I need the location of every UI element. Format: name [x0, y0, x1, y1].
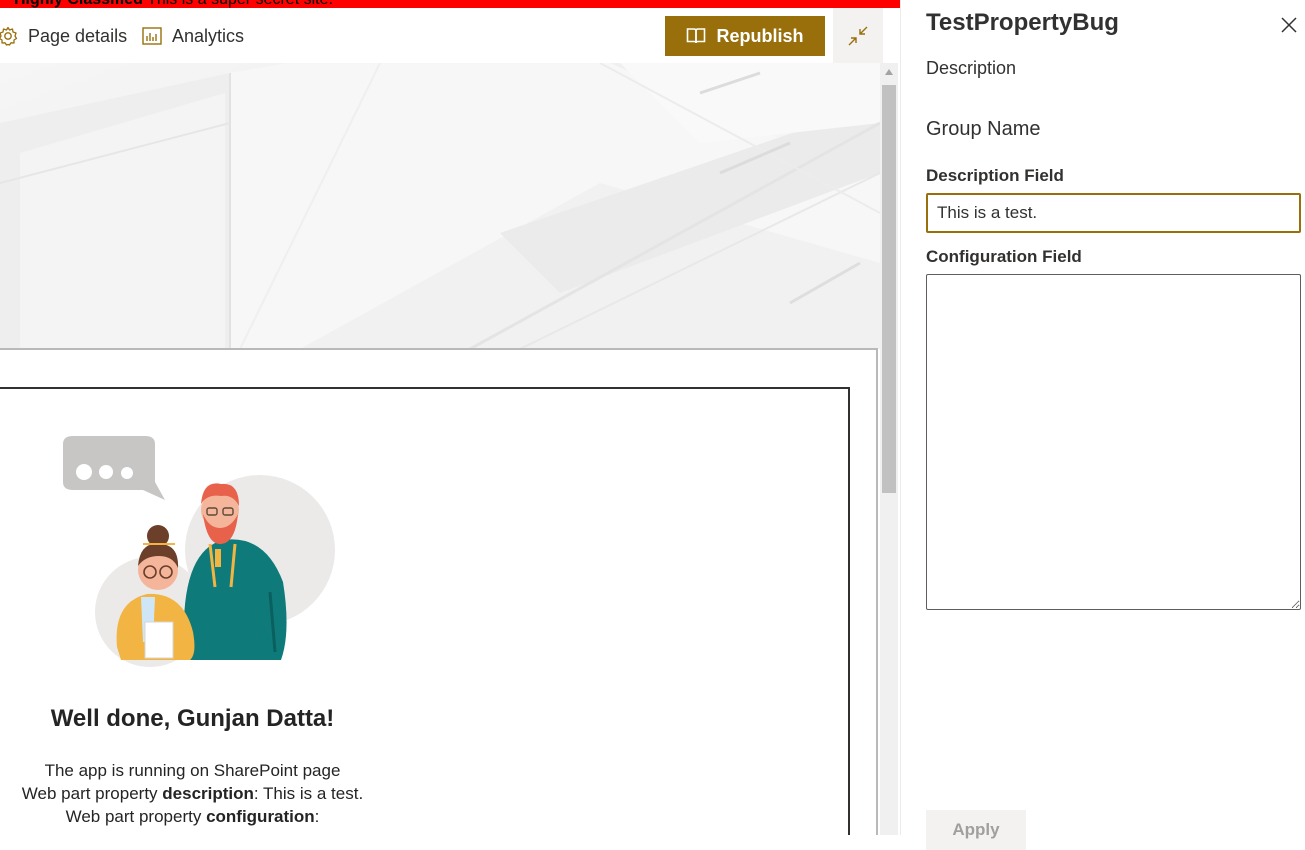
configuration-property-name: configuration — [206, 807, 315, 826]
vertical-scrollbar[interactable] — [880, 63, 898, 835]
page-details-button[interactable]: Page details — [0, 25, 127, 47]
command-bar: Page details Analytics Republish — [0, 8, 883, 63]
hero-architecture-image — [0, 63, 880, 349]
page-details-label: Page details — [28, 25, 128, 46]
triangle-up-icon — [885, 69, 893, 75]
description-property-value: : This is a test. — [253, 784, 364, 803]
property-pane: TestPropertyBug Description Group Name D… — [900, 0, 1305, 850]
hero-image — [0, 63, 880, 349]
group-name-heading: Group Name — [926, 118, 1041, 140]
page-canvas: Highly Classified This is a super secret… — [0, 0, 900, 835]
book-icon — [687, 28, 706, 44]
description-field-input[interactable] — [926, 193, 1301, 233]
environment-message: The app is running on SharePoint page — [44, 761, 341, 780]
pane-description: Description — [926, 58, 1017, 78]
classification-banner: Highly Classified This is a super secret… — [0, 0, 900, 8]
collapse-button[interactable] — [833, 8, 883, 63]
description-field-label: Description Field — [926, 166, 1064, 185]
analytics-icon — [142, 27, 162, 45]
collapse-icon — [848, 26, 868, 45]
welcome-heading: Well done, Gunjan Datta! — [50, 705, 335, 732]
pane-title: TestPropertyBug — [926, 9, 1119, 36]
scroll-thumb[interactable] — [882, 85, 896, 493]
republish-label: Republish — [716, 25, 804, 46]
configuration-property-line: Web part property configuration: — [65, 807, 320, 826]
analytics-button[interactable]: Analytics — [141, 25, 244, 47]
configuration-field-label: Configuration Field — [926, 247, 1082, 266]
gear-icon — [0, 26, 18, 46]
republish-button[interactable]: Republish — [665, 16, 825, 56]
apply-button[interactable]: Apply — [926, 810, 1026, 850]
close-icon — [1281, 17, 1297, 33]
banner-text: This is a super secret site. — [147, 0, 333, 8]
configuration-property-value: : — [314, 807, 320, 826]
scroll-up-arrow[interactable] — [880, 68, 898, 80]
welcome-illustration — [63, 436, 335, 667]
close-pane-button[interactable] — [1279, 15, 1299, 35]
description-property-line: Web part property description: This is a… — [21, 784, 364, 803]
description-property-name: description — [162, 784, 254, 803]
banner-label: Highly Classified — [14, 0, 143, 8]
analytics-label: Analytics — [172, 25, 245, 46]
configuration-field-input[interactable] — [926, 274, 1301, 610]
